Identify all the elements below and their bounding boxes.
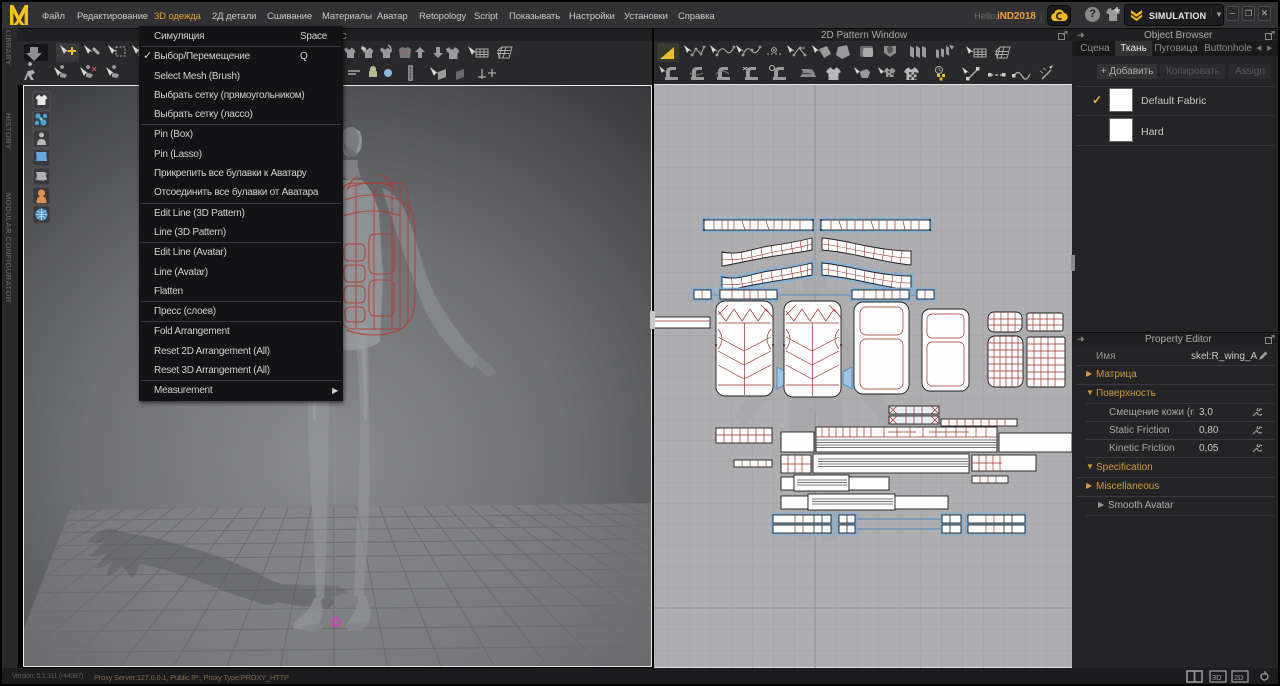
svg-text:3D: 3D (1212, 673, 1222, 682)
svg-text:2D: 2D (1234, 673, 1244, 682)
